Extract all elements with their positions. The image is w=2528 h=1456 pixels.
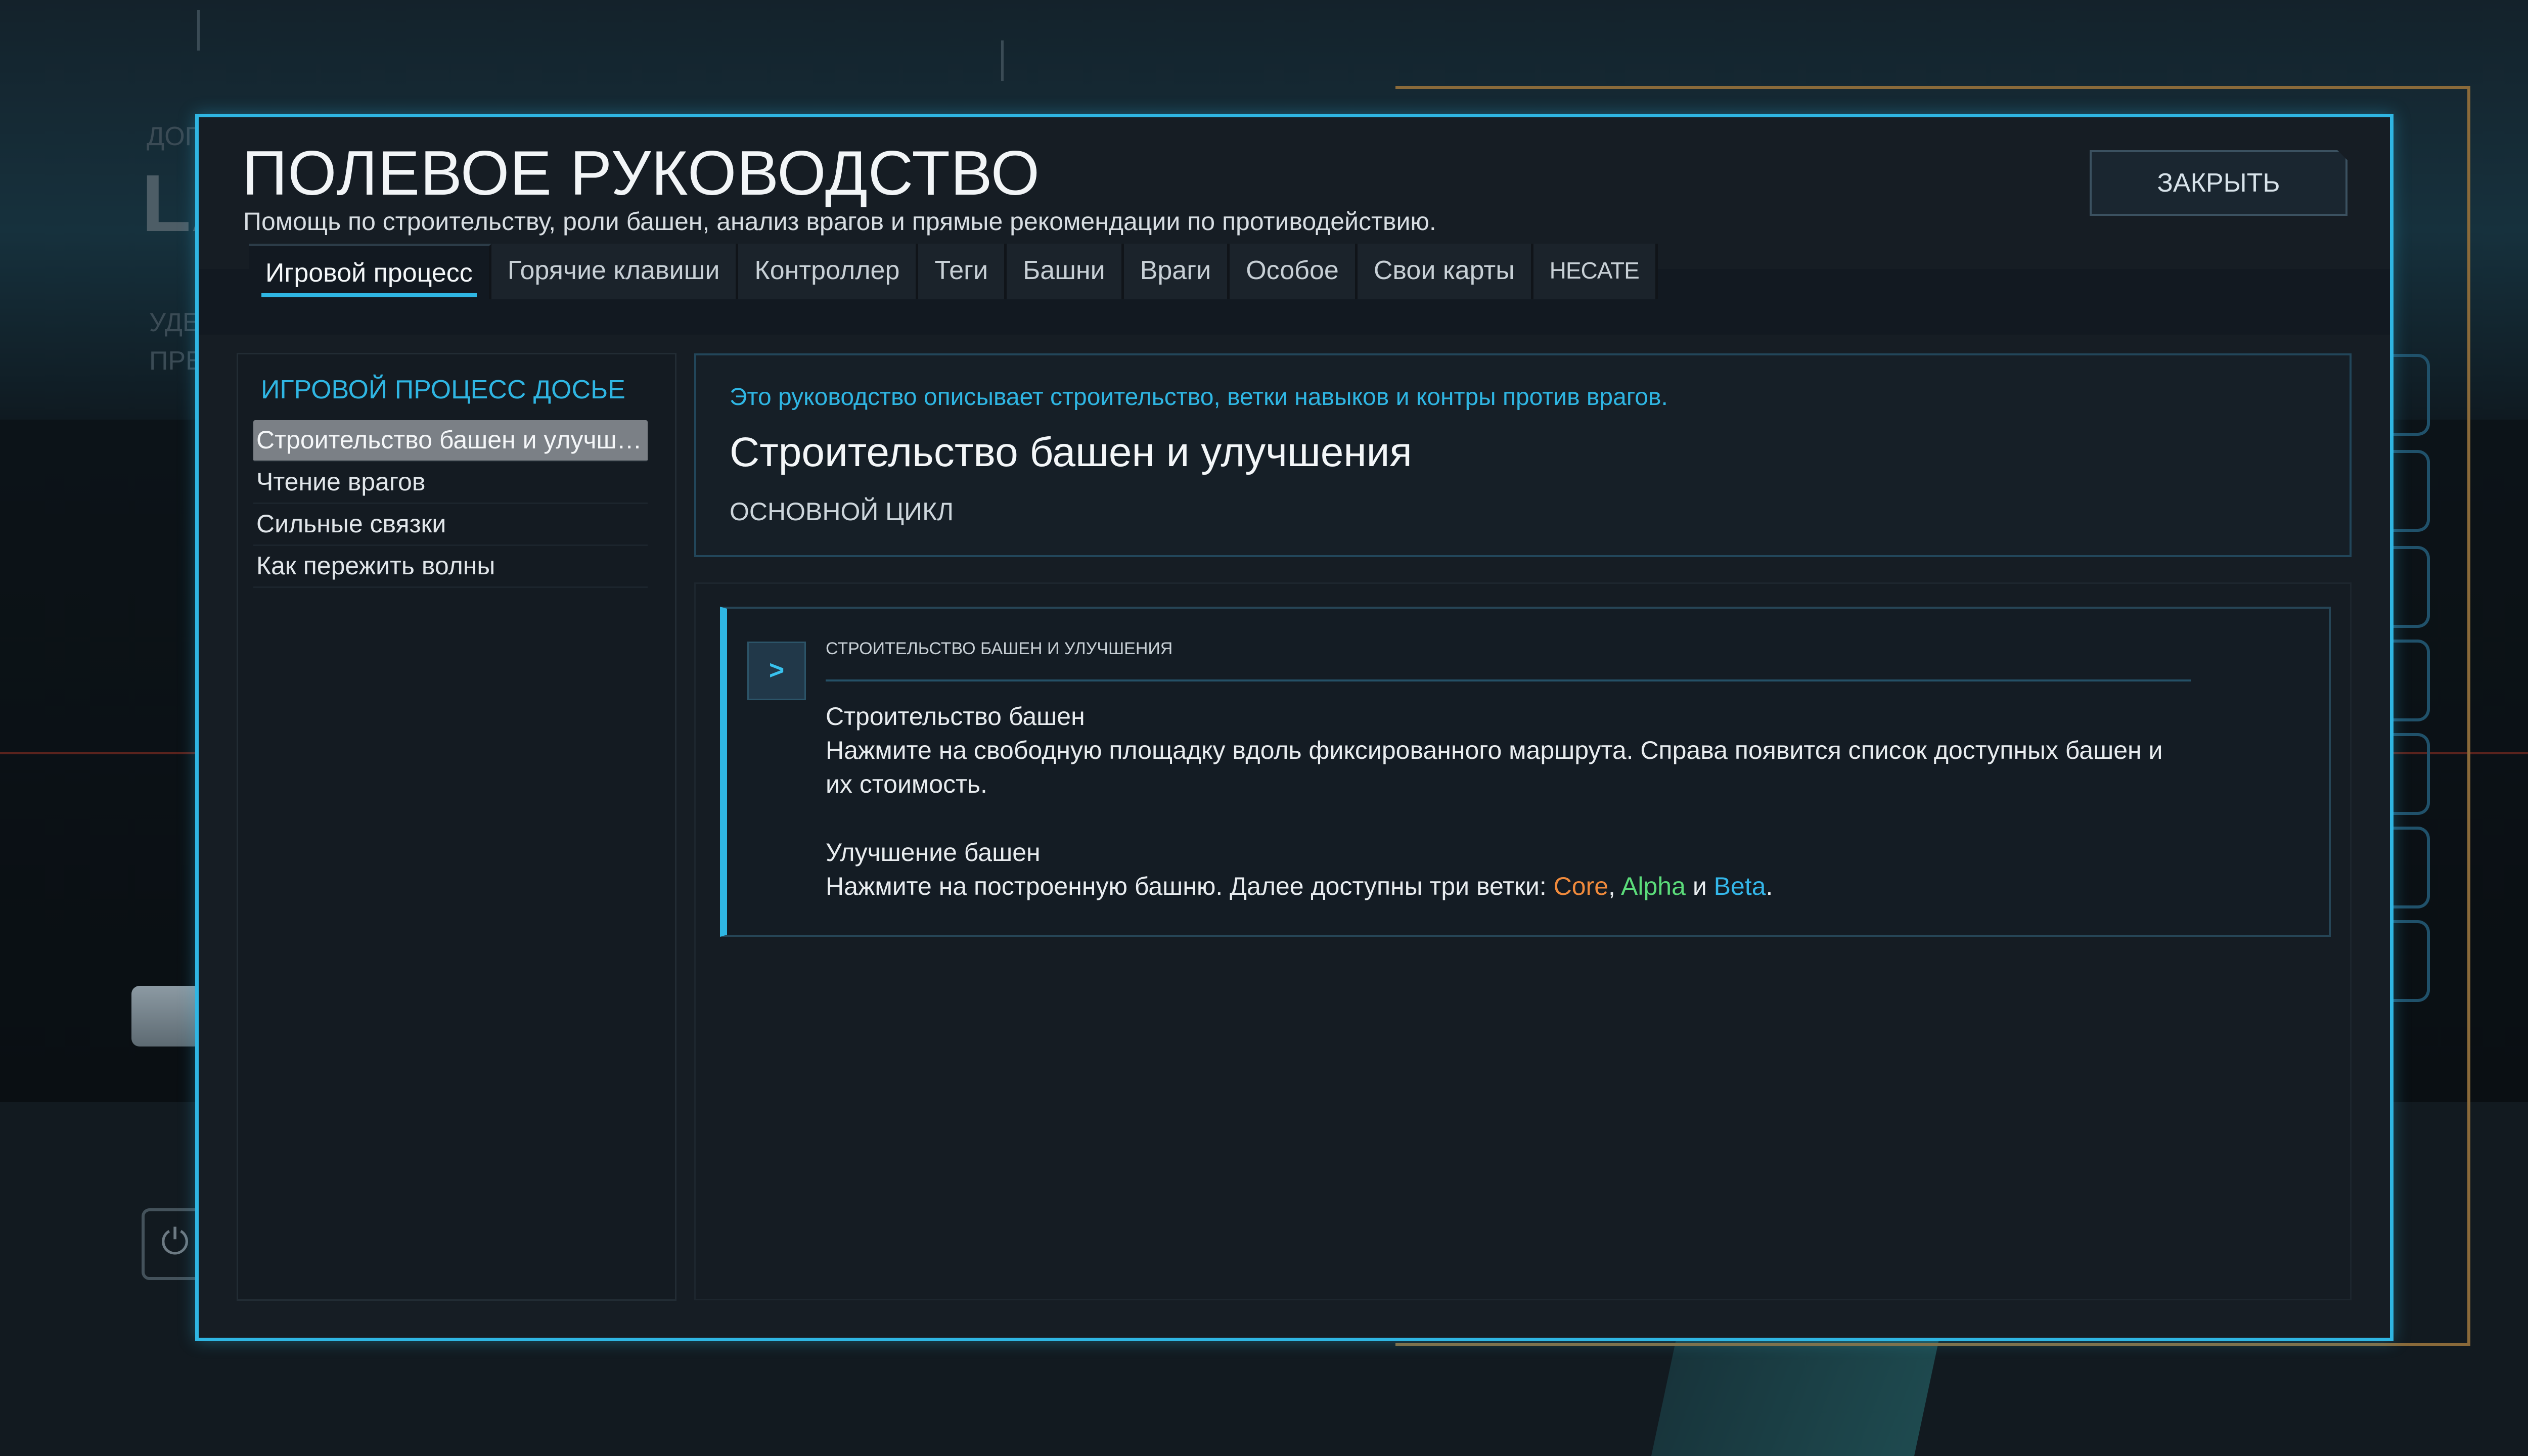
background-panel-tab: [2391, 827, 2430, 908]
card-text-separator: ,: [1608, 872, 1621, 900]
section-intro: Это руководство описывает строительство,…: [694, 353, 2352, 557]
background-panel-tab: [2391, 546, 2430, 628]
card-section-text: Нажмите на свободную площадку вдоль фикс…: [826, 736, 2163, 798]
modal-title: ПОЛЕВОЕ РУКОВОДСТВО: [242, 139, 1041, 208]
tab-controller[interactable]: Контроллер: [738, 244, 919, 299]
tab-special[interactable]: Особое: [1230, 244, 1358, 299]
dossier-sidebar: ИГРОВОЙ ПРОЦЕСС ДОСЬЕ Строительство баше…: [237, 353, 676, 1301]
branch-beta-label: Beta: [1713, 872, 1766, 900]
field-guide-modal: ПОЛЕВОЕ РУКОВОДСТВО Помощь по строительс…: [195, 114, 2394, 1341]
card-kicker: СТРОИТЕЛЬСТВО БАШЕН И УЛУЧШЕНИЯ: [826, 639, 1173, 658]
branch-alpha-label: Alpha: [1621, 872, 1686, 900]
sidebar-title: ИГРОВОЙ ПРОЦЕСС ДОСЬЕ: [261, 375, 625, 404]
tab-custom-maps[interactable]: Свои карты: [1357, 244, 1533, 299]
background-antenna: [1001, 40, 1004, 81]
branch-core-label: Core: [1553, 872, 1608, 900]
background-panel-tab: [2391, 354, 2430, 436]
section-title: Строительство башен и улучшения: [730, 429, 1412, 475]
info-card: > СТРОИТЕЛЬСТВО БАШЕН И УЛУЧШЕНИЯ Строит…: [720, 607, 2331, 937]
tab-tags[interactable]: Теги: [918, 244, 1007, 299]
modal-subtitle: Помощь по строительству, роли башен, ана…: [243, 207, 1436, 236]
card-divider: [826, 679, 2191, 681]
tab-enemies[interactable]: Враги: [1123, 244, 1230, 299]
section-kicker: ОСНОВНОЙ ЦИКЛ: [730, 497, 954, 526]
sidebar-list: Строительство башен и улучшения Чтение в…: [253, 420, 648, 588]
content-panel: > СТРОИТЕЛЬСТВО БАШЕН И УЛУЧШЕНИЯ Строит…: [694, 582, 2352, 1300]
background-panel-tab: [2391, 450, 2430, 532]
card-text-prefix: Нажмите на построенную башню. Далее дост…: [826, 872, 1554, 900]
close-button[interactable]: ЗАКРЫТЬ: [2090, 150, 2348, 216]
card-body: Строительство башен Нажмите на свободную…: [826, 700, 2191, 903]
tab-hecate[interactable]: HECATE: [1533, 244, 1658, 299]
sidebar-item-surviving-waves[interactable]: Как пережить волны: [253, 546, 648, 588]
background-panel-tab: [2391, 733, 2430, 815]
sidebar-item-reading-enemies[interactable]: Чтение врагов: [253, 462, 648, 504]
sidebar-item-tower-building[interactable]: Строительство башен и улучшения: [253, 420, 648, 462]
card-spacer: [826, 801, 2191, 836]
background-panel-tab: [2391, 640, 2430, 721]
card-text-end: .: [1766, 872, 1773, 900]
tab-gameplay[interactable]: Игровой процесс: [249, 244, 491, 299]
card-section-title: Строительство башен: [826, 702, 1085, 731]
intro-lead-text: Это руководство описывает строительство,…: [730, 384, 1668, 411]
tab-bar: Игровой процесс Горячие клавиши Контролл…: [249, 244, 1658, 299]
card-section-title: Улучшение башен: [826, 838, 1041, 867]
card-section-text: Нажмите на построенную башню. Далее дост…: [826, 870, 2191, 903]
background-panel-tab: [2391, 920, 2430, 1002]
tab-hotkeys[interactable]: Горячие клавиши: [491, 244, 739, 299]
background-antenna: [197, 10, 200, 51]
card-text-separator: и: [1685, 872, 1714, 900]
sidebar-item-strong-combos[interactable]: Сильные связки: [253, 504, 648, 546]
background-vehicle: [131, 986, 202, 1046]
chevron-right-icon[interactable]: >: [747, 642, 806, 700]
tab-towers[interactable]: Башни: [1007, 244, 1124, 299]
